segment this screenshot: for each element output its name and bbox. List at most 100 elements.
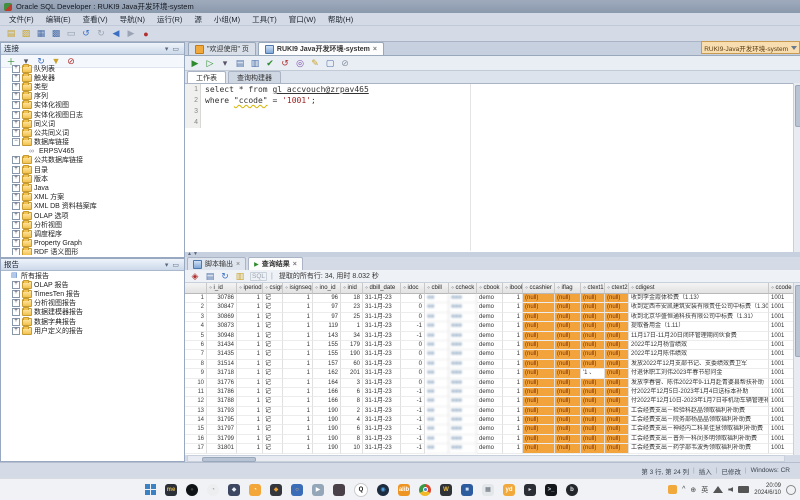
reports-tree-item[interactable]: +用户定义的报告 (1, 326, 184, 335)
connections-tree-item[interactable]: +队列表 (1, 64, 184, 73)
taskbar-app-yd[interactable]: yd (503, 484, 515, 496)
table-row[interactable]: 5309481记11433431-1月-23-1■■■■■demo1(null)… (185, 332, 793, 341)
col-header-ctext2[interactable]: ctext2 (605, 283, 629, 294)
find-icon[interactable]: ◎ (294, 57, 306, 69)
col-header-isignseq[interactable]: isignseq (283, 283, 313, 294)
expand-icon[interactable]: + (12, 281, 20, 289)
table-row[interactable]: 15317971记1190631-1月-23-1■■■■■demo1(null)… (185, 425, 793, 434)
panel-minimize-icon[interactable]: ▭ (170, 261, 181, 269)
table-row[interactable]: 9317181记116220131-1月-230■■■■■demo1(null)… (185, 369, 793, 378)
monitor-icon[interactable]: ▢ (324, 57, 336, 69)
connections-tree-item[interactable]: +同义词 (1, 119, 184, 128)
ime-indicator[interactable]: 英 (701, 485, 708, 495)
expand-icon[interactable]: + (12, 111, 20, 119)
expand-icon[interactable]: + (12, 290, 20, 298)
results-vscrollbar[interactable] (793, 283, 800, 455)
battery-icon[interactable] (738, 486, 749, 493)
col-header-ccheck[interactable]: ccheck (449, 283, 477, 294)
results-grid[interactable]: i_idiperiodcsignisignseqino_idiniddbill_… (185, 283, 793, 455)
taskbar-app-navy[interactable]: ◉ (377, 484, 389, 496)
expand-icon[interactable]: + (12, 318, 20, 326)
table-row[interactable]: 11317861记1166631-1月-23-1■■■■■demo1(null)… (185, 388, 793, 397)
volume-icon[interactable] (728, 487, 733, 492)
taskbar-app-wallet[interactable]: ◆ (270, 484, 282, 496)
start-button[interactable] (145, 484, 156, 495)
editor-vscrollbar-thumb[interactable] (795, 85, 800, 127)
col-header-dbill_date[interactable]: dbill_date (363, 283, 401, 294)
connections-tree-item[interactable]: +版本 (1, 174, 184, 183)
table-row[interactable]: 8315141记11576031-1月-230■■■■■demo1(null)(… (185, 360, 793, 369)
connections-tree-item[interactable]: +实体化视图日志 (1, 110, 184, 119)
col-header-ctext1[interactable]: ctext1 (581, 283, 605, 294)
expand-icon[interactable]: + (12, 308, 20, 316)
col-header-iperiod[interactable]: iperiod (237, 283, 263, 294)
tab-query-builder[interactable]: 查询构建器 (228, 71, 281, 83)
export-grid-icon[interactable]: ▤ (204, 270, 216, 282)
menu-item[interactable]: 查看(V) (78, 13, 113, 26)
col-header-ccode[interactable]: ccode (769, 283, 793, 294)
connections-tree-item[interactable]: −数据库链接 (1, 138, 184, 147)
tab-worksheet-view[interactable]: 工作表 (187, 71, 226, 83)
tab-welcome[interactable]: "欢迎使用" 页 (188, 42, 256, 55)
expand-icon[interactable]: + (12, 299, 20, 307)
col-header-cbill[interactable]: cbill (425, 283, 449, 294)
edit-icon[interactable]: ✎ (309, 57, 321, 69)
refresh-grid-icon[interactable]: ↻ (219, 270, 231, 282)
table-row[interactable]: 14317951记1190431-1月-23-1■■■■■demo1(null)… (185, 416, 793, 425)
taskbar-app-wps[interactable]: W (440, 484, 452, 496)
sql-dim-button[interactable]: SQL (250, 272, 267, 281)
notification-icon[interactable] (786, 485, 796, 495)
save-icon[interactable]: ▦ (35, 28, 47, 40)
menu-item[interactable]: 窗口(W) (284, 13, 321, 26)
explain-plan-icon[interactable]: ▤ (234, 57, 246, 69)
rollback-icon[interactable]: ↺ (279, 57, 291, 69)
taskbar-app-browser[interactable] (419, 484, 431, 496)
reports-tree-item[interactable]: +数据字典报告 (1, 317, 184, 326)
taskbar-app-terminal[interactable]: >_ (545, 484, 557, 496)
menu-item[interactable]: 工具(T) (247, 13, 282, 26)
connections-tree-item[interactable]: +XML DB 资料档案库 (1, 202, 184, 211)
results-vscrollbar-thumb[interactable] (795, 285, 800, 357)
tray-app-icon[interactable] (668, 485, 677, 494)
wifi-icon[interactable] (713, 486, 723, 493)
col-header-idoc[interactable]: idoc (401, 283, 425, 294)
menu-item[interactable]: 运行(R) (152, 13, 187, 26)
menu-item[interactable]: 文件(F) (4, 13, 39, 26)
taskbar-app-calc[interactable]: ▦ (482, 484, 494, 496)
expand-icon[interactable]: + (12, 92, 20, 100)
expand-icon[interactable]: + (12, 74, 20, 82)
expand-icon[interactable]: + (12, 193, 20, 201)
taskbar-app-alib[interactable]: alib (398, 484, 410, 496)
close-icon[interactable]: × (373, 46, 377, 53)
table-row[interactable]: 13317931记1190231-1月-23-1■■■■■demo1(null)… (185, 407, 793, 416)
connections-tree-item[interactable]: +分析视图 (1, 220, 184, 229)
menu-item[interactable]: 小组(M) (209, 13, 245, 26)
menu-item[interactable]: 帮助(H) (323, 13, 358, 26)
expand-icon[interactable]: + (12, 202, 20, 210)
table-row[interactable]: 4308731记1119131-1月-23-1■■■■■demo1(null)(… (185, 322, 793, 331)
expand-icon[interactable]: + (12, 120, 20, 128)
table-row[interactable]: 2308471记1972331-1月-230■■■■■demo1(null)(n… (185, 303, 793, 312)
connections-tree-item[interactable]: +RDF 语义图形 (1, 248, 184, 255)
col-header-iflag[interactable]: iflag (555, 283, 581, 294)
expand-icon[interactable]: + (12, 166, 20, 174)
connection-combo[interactable]: RUKI9-Java开发环境-system (701, 41, 800, 54)
taskbar-app-record[interactable]: ● (186, 484, 198, 496)
expand-icon[interactable]: + (12, 65, 20, 73)
open-connection-icon[interactable]: ● (140, 28, 152, 40)
sql-tuning-icon[interactable]: ▥ (249, 57, 261, 69)
expand-icon[interactable]: + (12, 83, 20, 91)
expand-icon[interactable]: + (12, 156, 20, 164)
panel-menu-icon[interactable]: ▾ (163, 45, 171, 53)
globe-icon[interactable]: ⊕ (690, 486, 696, 494)
expand-icon[interactable]: + (12, 239, 20, 247)
tab-query-result[interactable]: ▶ 查询结果 × (248, 257, 303, 270)
table-row[interactable]: 1307861记1961831-1月-230■■■■■demo1(null)(n… (185, 294, 793, 303)
taskbar-app-qq[interactable]: Q (354, 483, 368, 497)
run-statement-icon[interactable]: ▶ (189, 57, 201, 69)
redo-icon[interactable]: ↻ (95, 28, 107, 40)
taskbar-app-dial[interactable]: ◔ (207, 484, 219, 496)
tab-script-output[interactable]: 脚本输出 × (187, 257, 246, 270)
expand-icon[interactable]: + (12, 230, 20, 238)
expand-icon[interactable]: + (12, 175, 20, 183)
